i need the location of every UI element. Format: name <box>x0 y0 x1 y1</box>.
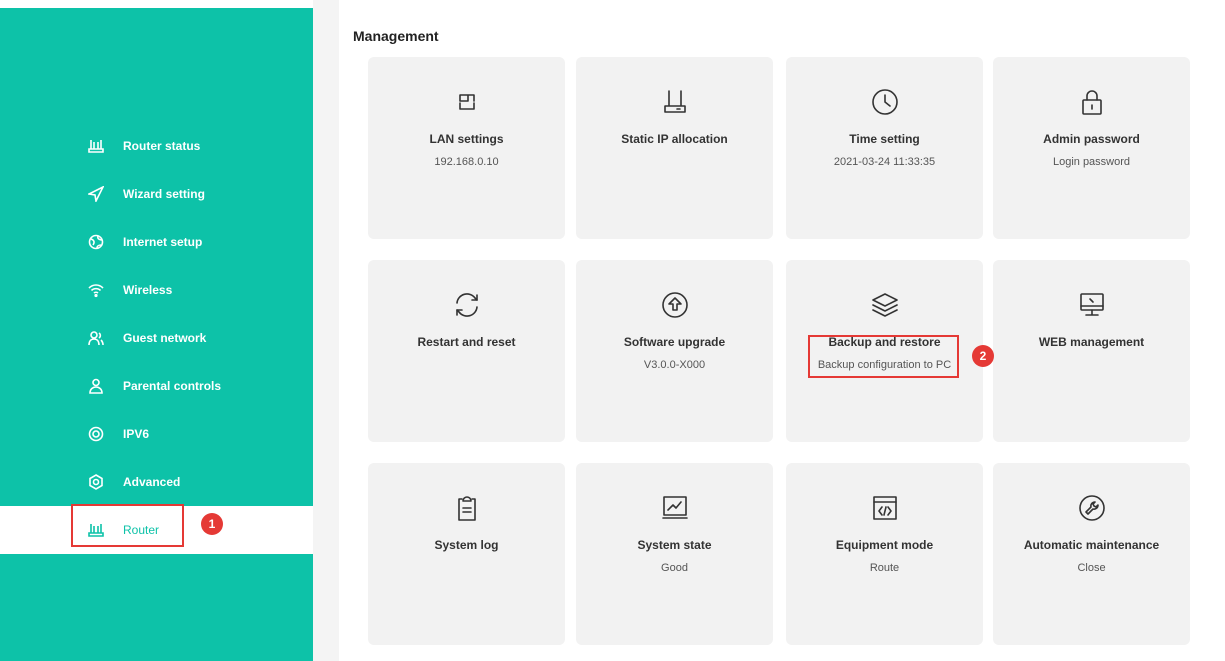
sidebar-item-router[interactable]: Router <box>0 506 313 554</box>
card-subtitle: Backup configuration to PC <box>817 359 952 371</box>
content-gutter <box>313 0 339 661</box>
step-badge-1: 1 <box>201 513 223 535</box>
sidebar-item-router-status[interactable]: Router status <box>0 122 313 170</box>
card-subtitle: V3.0.0-X000 <box>643 359 706 371</box>
ipv6-icon <box>88 426 104 442</box>
monitor-icon <box>1077 290 1107 320</box>
sidebar-item-wizard-setting[interactable]: Wizard setting <box>0 170 313 218</box>
wrench-icon <box>1077 493 1107 523</box>
router-icon <box>88 522 104 538</box>
guest-users-icon <box>88 330 104 346</box>
card-time-setting[interactable]: Time setting 2021-03-24 11:33:35 <box>786 57 983 239</box>
sidebar-item-label: Router <box>123 523 160 537</box>
sidebar-item-advanced[interactable]: Advanced <box>0 458 313 506</box>
router-status-icon <box>88 138 104 154</box>
card-system-state[interactable]: System state Good <box>576 463 773 645</box>
card-subtitle: Good <box>661 562 688 574</box>
code-window-icon <box>870 493 900 523</box>
step-badge-2: 2 <box>972 345 994 367</box>
sidebar-item-label: Router status <box>123 139 201 153</box>
clipboard-icon <box>452 493 482 523</box>
card-title: LAN settings <box>429 132 504 146</box>
card-admin-password[interactable]: Admin password Login password <box>993 57 1190 239</box>
restart-icon <box>452 290 482 320</box>
sidebar-item-label: Advanced <box>123 475 181 489</box>
card-web-management[interactable]: WEB management <box>993 260 1190 442</box>
sidebar-item-label: Internet setup <box>123 235 203 249</box>
card-software-upgrade[interactable]: Software upgrade V3.0.0-X000 <box>576 260 773 442</box>
page-title: Management <box>353 28 439 44</box>
card-title: Backup and restore <box>828 335 941 349</box>
card-static-ip-allocation[interactable]: Static IP allocation <box>576 57 773 239</box>
card-subtitle: Route <box>869 562 900 574</box>
card-equipment-mode[interactable]: Equipment mode Route <box>786 463 983 645</box>
card-title: System log <box>434 538 499 552</box>
layers-icon <box>870 290 900 320</box>
wifi-icon <box>88 282 104 298</box>
card-title: Static IP allocation <box>621 132 728 146</box>
parental-user-icon <box>88 378 104 394</box>
card-title: WEB management <box>1038 335 1145 349</box>
sidebar-item-label: IPV6 <box>123 427 150 441</box>
upgrade-icon <box>660 290 690 320</box>
card-subtitle: 192.168.0.10 <box>434 156 499 168</box>
sidebar-item-label: Wizard setting <box>123 187 205 201</box>
sidebar-item-label: Guest network <box>123 331 207 345</box>
card-title: Admin password <box>1043 132 1140 146</box>
card-system-log[interactable]: System log <box>368 463 565 645</box>
card-title: System state <box>637 538 712 552</box>
lock-icon <box>1077 87 1107 117</box>
sidebar-item-ipv6[interactable]: IPV6 <box>0 410 313 458</box>
card-subtitle: 2021-03-24 11:33:35 <box>833 156 936 168</box>
sidebar-item-wireless[interactable]: Wireless <box>0 266 313 314</box>
card-title: Equipment mode <box>835 538 934 552</box>
card-subtitle: Close <box>1077 562 1106 574</box>
card-title: Time setting <box>849 132 920 146</box>
card-backup-and-restore[interactable]: Backup and restore Backup configuration … <box>786 260 983 442</box>
sidebar-item-parental-controls[interactable]: Parental controls <box>0 362 313 410</box>
card-title: Restart and reset <box>417 335 516 349</box>
navigation-arrow-icon <box>88 186 104 202</box>
advanced-settings-icon <box>88 474 104 490</box>
globe-icon <box>88 234 104 250</box>
clock-icon <box>870 87 900 117</box>
sidebar-item-internet-setup[interactable]: Internet setup <box>0 218 313 266</box>
sidebar-item-guest-network[interactable]: Guest network <box>0 314 313 362</box>
sidebar-item-label: Wireless <box>123 283 173 297</box>
static-ip-icon <box>660 87 690 117</box>
card-subtitle: Login password <box>1052 156 1131 168</box>
card-restart-and-reset[interactable]: Restart and reset <box>368 260 565 442</box>
sidebar-item-label: Parental controls <box>123 379 222 393</box>
card-automatic-maintenance[interactable]: Automatic maintenance Close <box>993 463 1190 645</box>
lan-icon <box>452 87 482 117</box>
sidebar: Router status Wizard setting Internet se… <box>0 8 313 661</box>
card-lan-settings[interactable]: LAN settings 192.168.0.10 <box>368 57 565 239</box>
chart-icon <box>660 493 690 523</box>
card-title: Automatic maintenance <box>1023 538 1160 552</box>
router-admin-page: Router status Wizard setting Internet se… <box>0 0 1225 661</box>
card-title: Software upgrade <box>623 335 726 349</box>
